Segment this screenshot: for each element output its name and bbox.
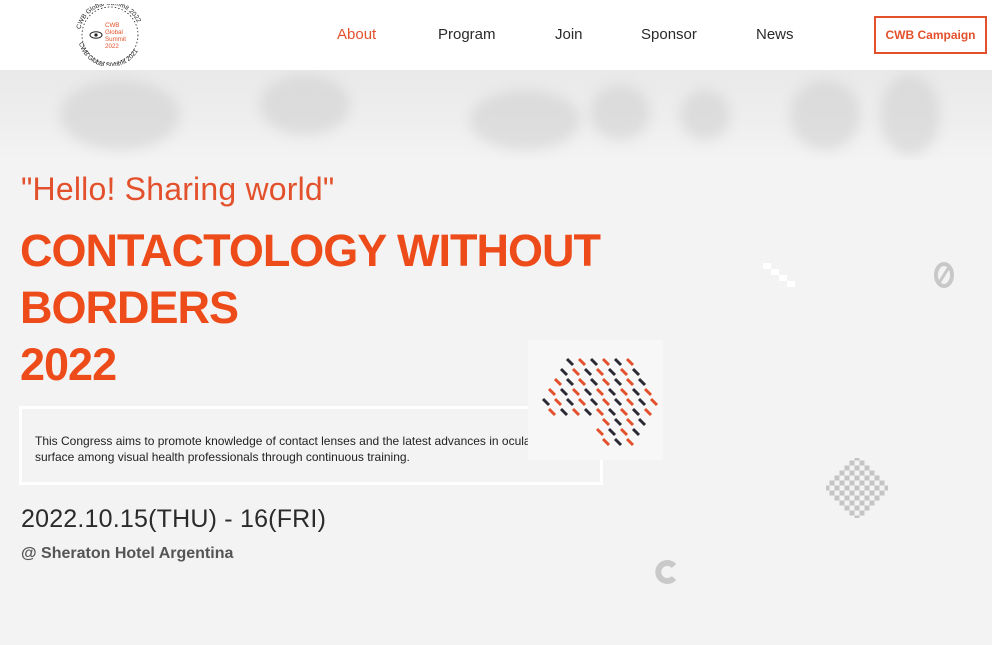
cwb-summit-logo[interactable]: CWB Global Summit 2022 CWB Global Summit… [70,4,150,66]
nav-join[interactable]: Join [555,26,583,43]
logo-center-line-3: Summit [105,36,126,43]
checker-diamond [824,455,890,521]
hero-description-line-2: surface among visual health professional… [35,450,410,464]
hero-description-line-1: This Congress aims to promote knowledge … [35,434,535,448]
hero-title-line-2: BORDERS [20,282,239,333]
hero-title-line-1: CONTACTOLOGY WITHOUT [20,225,601,276]
cwb-campaign-button[interactable]: CWB Campaign [874,16,987,54]
hero-description-box: This Congress aims to promote knowledge … [19,406,603,485]
hero-title-line-3: 2022 [20,339,117,390]
logo-center-line-2: Global [105,29,123,36]
hero-title: CONTACTOLOGY WITHOUT BORDERS 2022 [20,222,601,393]
nav-about[interactable]: About [337,26,376,43]
nav-sponsor[interactable]: Sponsor [641,26,697,43]
white-squares-decoration [763,263,797,293]
event-venue: @ Sheraton Hotel Argentina [21,545,234,562]
event-date: 2022.10.15(THU) - 16(FRI) [21,505,327,533]
logo-center-line-1: CWB [105,22,119,29]
nav-news[interactable]: News [756,26,794,43]
nav-program[interactable]: Program [438,26,496,43]
c-glyph [653,558,681,586]
dot-pattern-circle [528,340,663,460]
site-header: CWB Global Summit 2022 CWB Global Summit… [0,0,992,70]
hero-background-photo [0,70,992,160]
hero-tagline: "Hello! Sharing world" [21,171,335,207]
logo-center-line-4: 2022 [105,43,119,50]
zero-glyph [932,261,956,289]
